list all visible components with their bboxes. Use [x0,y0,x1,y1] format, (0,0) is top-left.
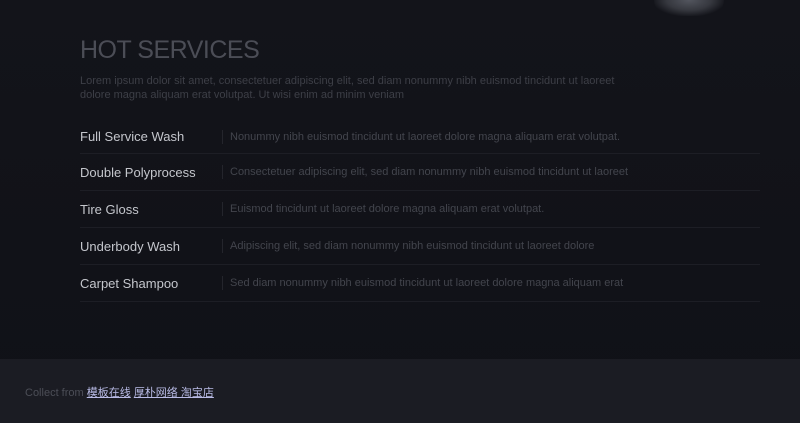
service-description: Nonummy nibh euismod tincidunt ut laoree… [230,130,621,143]
service-row: Tire Gloss Euismod tincidunt ut laoreet … [80,191,760,228]
service-name: Double Polyprocess [80,164,196,180]
service-description: Adipiscing elit, sed diam nonummy nibh e… [230,240,595,252]
divider [222,276,223,290]
footer-credit: Collect from 模板在线 厚朴网络 淘宝店 [25,384,214,400]
section-intro: Lorem ipsum dolor sit amet, consectetuer… [80,75,615,101]
service-row: Double Polyprocess Consectetuer adipisci… [80,154,760,191]
footer-prefix: Collect from [25,387,87,399]
divider [222,202,223,216]
service-row: Full Service Wash Nonummy nibh euismod t… [80,120,760,154]
service-row: Underbody Wash Adipiscing elit, sed diam… [80,228,760,265]
footer-link-template[interactable]: 模板在线 [87,387,131,399]
hot-services-section: HOT SERVICES Lorem ipsum dolor sit amet,… [80,36,760,302]
section-title: HOT SERVICES [80,36,260,64]
services-list: Full Service Wash Nonummy nibh euismod t… [80,120,760,302]
divider [222,239,223,253]
service-description: Sed diam nonummy nibh euismod tincidunt … [230,277,624,289]
service-description: Consectetuer adipiscing elit, sed diam n… [230,166,629,178]
service-name: Underbody Wash [80,238,180,254]
page: HOT SERVICES Lorem ipsum dolor sit amet,… [0,0,800,423]
service-name: Tire Gloss [80,201,139,217]
divider [222,129,223,144]
service-row: Carpet Shampoo Sed diam nonummy nibh eui… [80,265,760,302]
service-description: Euismod tincidunt ut laoreet dolore magn… [230,203,545,215]
service-name: Full Service Wash [80,129,185,144]
service-name: Carpet Shampoo [80,275,179,291]
top-decoration [654,0,724,16]
footer: Collect from 模板在线 厚朴网络 淘宝店 [0,359,800,423]
divider [222,165,223,179]
footer-link-shop[interactable]: 厚朴网络 淘宝店 [134,387,214,399]
